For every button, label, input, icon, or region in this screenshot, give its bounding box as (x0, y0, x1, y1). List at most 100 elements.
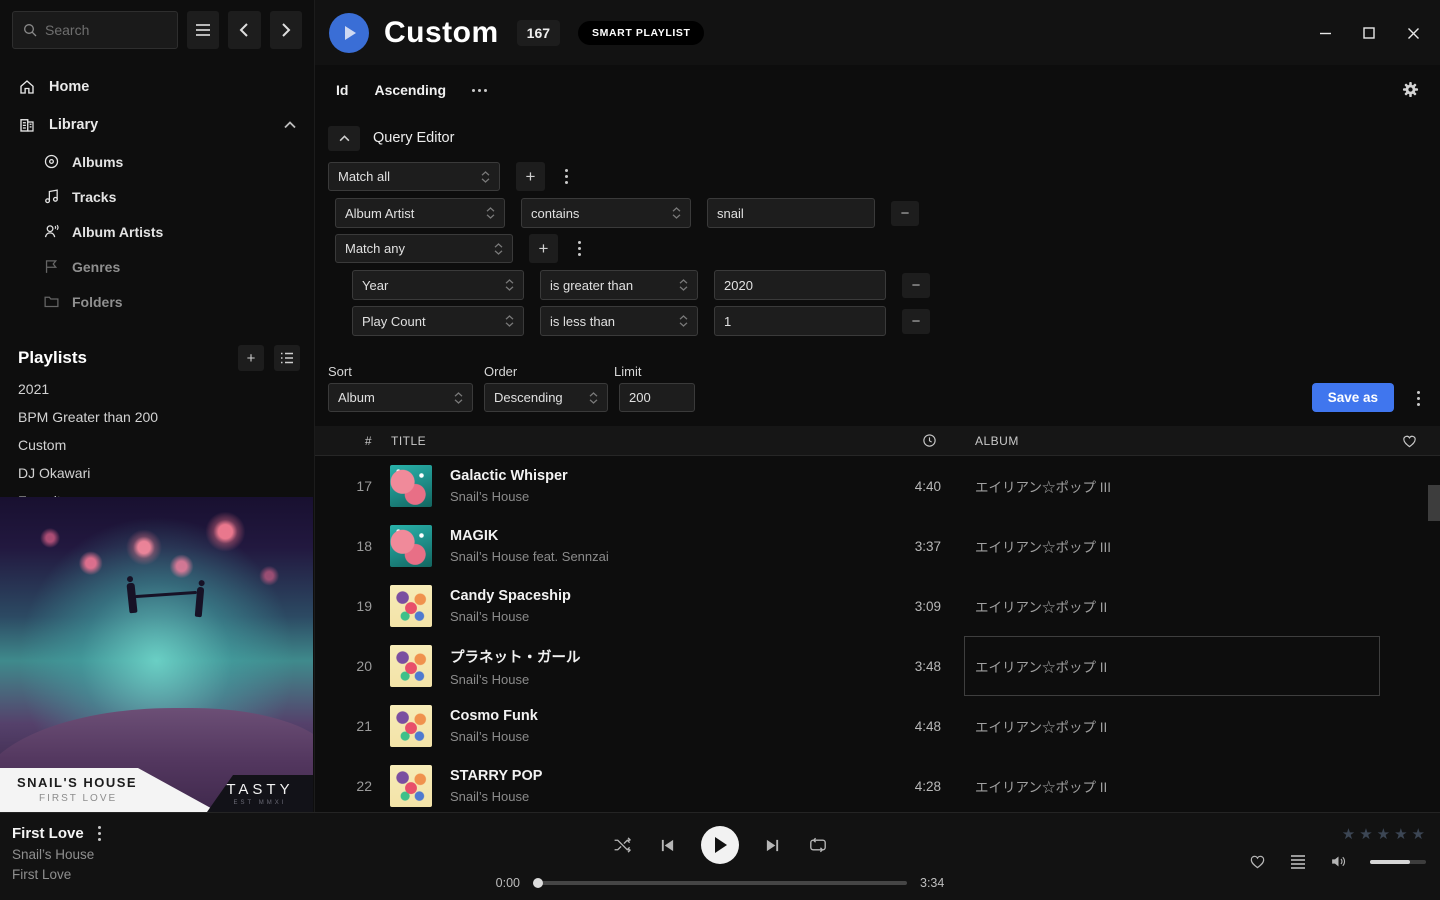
track-duration: 3:48 (871, 659, 941, 674)
match-mode-select[interactable]: Match any (335, 234, 513, 263)
sidebar-nav: Home Library Albums (0, 68, 314, 319)
rule-value-input[interactable] (714, 270, 886, 300)
mute-button[interactable] (1328, 852, 1349, 871)
track-row[interactable]: 22 STARRY POP Snail’s House 4:28 エイリアン☆ポ… (315, 756, 1440, 812)
track-title: STARRY POP (450, 768, 871, 784)
column-title[interactable]: TITLE (372, 434, 871, 448)
more-options-icon[interactable] (472, 89, 487, 92)
next-icon (765, 838, 780, 853)
rating-stars[interactable]: ★★★★★ (1342, 825, 1426, 843)
add-rule-button[interactable]: + (529, 234, 558, 263)
match-mode-select[interactable]: Match all (328, 162, 500, 191)
track-album[interactable]: エイリアン☆ポップ II (975, 576, 1395, 636)
close-button[interactable] (1396, 20, 1430, 46)
sidebar-topbar (0, 0, 314, 60)
queue-button[interactable] (1289, 853, 1307, 871)
nav-label: Genres (72, 259, 120, 275)
star-icon[interactable]: ★ (1412, 825, 1426, 843)
rule-operator-select[interactable]: is greater than (540, 270, 698, 300)
menu-button[interactable] (187, 11, 219, 49)
rule-field-select[interactable]: Play Count (352, 306, 524, 336)
play-icon (345, 26, 356, 40)
settings-button[interactable] (1401, 80, 1420, 99)
back-button[interactable] (228, 11, 260, 49)
rule-value-input[interactable] (714, 306, 886, 336)
sidebar-item-genres[interactable]: Genres (0, 249, 314, 284)
sidebar-item-albums[interactable]: Albums (0, 144, 314, 179)
add-rule-button[interactable]: + (516, 162, 545, 191)
column-index[interactable]: # (315, 434, 372, 448)
remove-rule-button[interactable]: − (902, 273, 930, 298)
track-artist: Snail’s House (450, 789, 871, 804)
playlist-item[interactable]: 2021 (0, 375, 314, 403)
playlist-item[interactable]: BPM Greater than 200 (0, 403, 314, 431)
track-album[interactable]: エイリアン☆ポップ III (975, 456, 1395, 516)
track-album-focused[interactable]: エイリアン☆ポップ II (975, 636, 1395, 696)
favorite-button[interactable] (1247, 852, 1268, 871)
group-menu-button[interactable] (574, 237, 585, 260)
star-icon[interactable]: ★ (1394, 825, 1408, 843)
playlist-item[interactable]: Custom (0, 431, 314, 459)
rule-operator-select[interactable]: is less than (540, 306, 698, 336)
track-row[interactable]: 20 プラネット・ガール Snail’s House 3:48 エイリアン☆ポッ… (315, 636, 1440, 696)
track-row[interactable]: 18 MAGIK Snail’s House feat. Sennzai 3:3… (315, 516, 1440, 576)
maximize-button[interactable] (1352, 20, 1386, 46)
track-album[interactable]: エイリアン☆ポップ II (975, 696, 1395, 756)
sidebar-item-library[interactable]: Library (0, 106, 314, 144)
seek-knob[interactable] (533, 878, 543, 888)
query-sort-select[interactable]: Album (328, 383, 473, 412)
page-title: Custom (384, 16, 499, 50)
track-duration: 3:09 (871, 599, 941, 614)
sidebar-item-home[interactable]: Home (0, 68, 314, 106)
track-row[interactable]: 17 Galactic Whisper Snail’s House 4:40 エ… (315, 456, 1440, 516)
track-album[interactable]: エイリアン☆ポップ II (975, 756, 1395, 812)
repeat-button[interactable] (806, 835, 830, 855)
now-playing-menu-icon[interactable] (98, 826, 101, 841)
minimize-button[interactable] (1308, 20, 1342, 46)
now-playing-artist: Snail’s House (12, 847, 101, 862)
kebab-icon (578, 241, 581, 256)
rule-value-input[interactable] (707, 198, 875, 228)
track-row[interactable]: 21 Cosmo Funk Snail’s House 4:48 エイリアン☆ポ… (315, 696, 1440, 756)
query-order-select[interactable]: Descending (484, 383, 608, 412)
playlist-list-button[interactable] (274, 345, 300, 371)
shuffle-button[interactable] (611, 835, 634, 855)
previous-track-button[interactable] (658, 836, 677, 855)
sort-label: Sort (328, 364, 352, 379)
play-icon (715, 837, 727, 853)
track-row[interactable]: 19 Candy Spaceship Snail’s House 3:09 エイ… (315, 576, 1440, 636)
sort-field-control[interactable]: Id (336, 82, 348, 98)
next-track-button[interactable] (763, 836, 782, 855)
sort-direction-control[interactable]: Ascending (374, 82, 446, 98)
rule-field-select[interactable]: Year (352, 270, 524, 300)
save-menu-button[interactable] (1413, 387, 1424, 410)
rule-operator-select[interactable]: contains (521, 198, 691, 228)
column-favorite[interactable] (1395, 434, 1440, 448)
column-duration[interactable] (922, 433, 941, 448)
track-album[interactable]: エイリアン☆ポップ III (975, 516, 1395, 576)
seek-bar[interactable] (533, 881, 907, 885)
previous-icon (660, 838, 675, 853)
play-pause-button[interactable] (701, 826, 739, 864)
remove-rule-button[interactable]: − (902, 309, 930, 334)
chevron-up-icon[interactable] (284, 121, 296, 129)
rule-field-select[interactable]: Album Artist (335, 198, 505, 228)
tracklist-scrollbar[interactable] (1428, 485, 1440, 521)
group-menu-button[interactable] (561, 165, 572, 188)
star-icon[interactable]: ★ (1342, 825, 1356, 843)
query-limit-input[interactable] (619, 383, 695, 412)
add-playlist-button[interactable]: + (238, 345, 264, 371)
sidebar-item-album-artists[interactable]: Album Artists (0, 214, 314, 249)
play-playlist-button[interactable] (329, 13, 369, 53)
save-as-button[interactable]: Save as (1312, 383, 1394, 412)
forward-button[interactable] (270, 11, 302, 49)
playlist-item[interactable]: DJ Okawari (0, 459, 314, 487)
volume-slider[interactable] (1370, 860, 1426, 864)
sidebar-item-tracks[interactable]: Tracks (0, 179, 314, 214)
query-editor-collapse-button[interactable] (328, 126, 360, 151)
remove-rule-button[interactable]: − (891, 201, 919, 226)
star-icon[interactable]: ★ (1377, 825, 1391, 843)
column-album[interactable]: ALBUM (975, 434, 1395, 448)
sidebar-item-folders[interactable]: Folders (0, 284, 314, 319)
star-icon[interactable]: ★ (1359, 825, 1373, 843)
